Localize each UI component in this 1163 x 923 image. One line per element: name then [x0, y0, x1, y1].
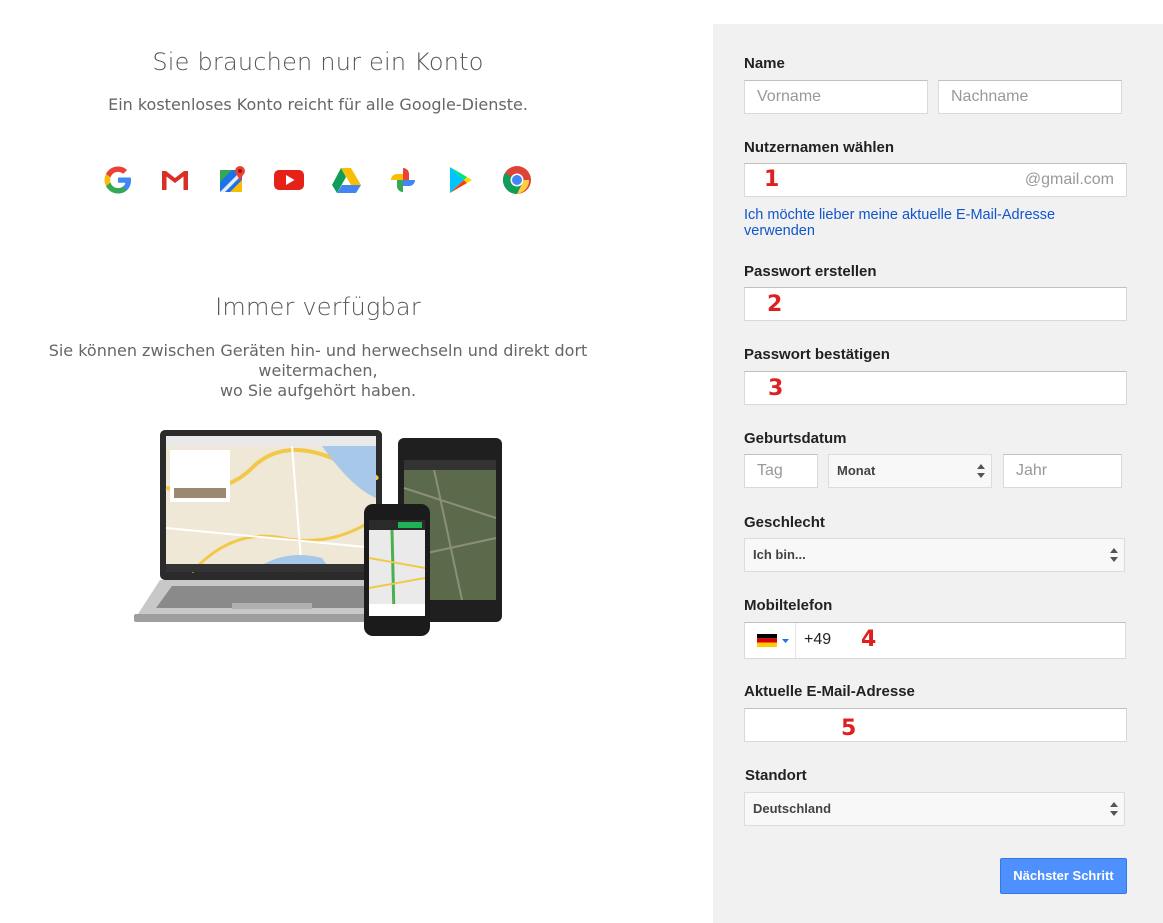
gender-label: Geschlecht — [744, 514, 825, 531]
germany-flag-icon — [757, 634, 777, 647]
birthday-label: Geburtsdatum — [744, 430, 847, 447]
country-code-dropdown[interactable] — [745, 623, 796, 658]
subheading-always-available: Sie können zwischen Geräten hin- und her… — [0, 341, 636, 401]
birth-year-input[interactable]: Jahr — [1003, 454, 1122, 488]
play-store-icon — [450, 167, 472, 193]
annotation-number-3: 3 — [768, 376, 784, 401]
birth-month-select[interactable]: Monat — [828, 454, 992, 488]
photos-icon — [391, 168, 415, 192]
phone-country-prefix: +49 — [804, 631, 832, 648]
current-email-label: Aktuelle E-Mail-Adresse — [744, 683, 915, 700]
annotation-number-5: 5 — [841, 716, 857, 741]
google-icon — [104, 166, 131, 194]
drive-icon — [332, 168, 361, 193]
gender-select[interactable]: Ich bin... — [744, 538, 1125, 572]
subheading-line-1: Sie können zwischen Geräten hin- und her… — [48, 341, 588, 380]
username-input[interactable]: @gmail.com — [744, 163, 1127, 197]
annotation-number-1: 1 — [764, 167, 780, 192]
chrome-icon — [503, 166, 531, 194]
marketing-column: Sie brauchen nur ein Konto Ein kostenlos… — [0, 0, 636, 923]
name-label: Name — [744, 55, 785, 72]
gmail-icon — [162, 171, 188, 190]
confirm-password-input[interactable] — [744, 371, 1127, 405]
use-existing-email-link[interactable]: Ich möchte lieber meine aktuelle E-Mail-… — [744, 207, 1104, 239]
username-label: Nutzernamen wählen — [744, 139, 895, 156]
subheading-one-account: Ein kostenloses Konto reicht für alle Go… — [108, 95, 528, 114]
google-services-icons — [100, 162, 540, 198]
password-label: Passwort erstellen — [744, 263, 877, 280]
maps-icon — [220, 166, 245, 192]
heading-always-available: Immer verfügbar — [215, 293, 421, 321]
annotation-number-4: 4 — [861, 627, 877, 652]
firstname-input[interactable]: Vorname — [744, 80, 928, 114]
annotation-number-2: 2 — [767, 292, 783, 317]
location-value: Deutschland — [753, 801, 832, 816]
mobile-input[interactable]: +49 — [744, 622, 1126, 659]
select-arrows-icon — [1110, 548, 1118, 562]
birth-month-value: Monat — [837, 463, 876, 478]
location-label: Standort — [745, 767, 807, 784]
confirm-password-label: Passwort bestätigen — [744, 346, 890, 363]
select-arrows-icon — [1110, 802, 1118, 816]
devices-illustration — [134, 430, 502, 636]
password-input[interactable] — [744, 287, 1127, 321]
heading-one-account: Sie brauchen nur ein Konto — [152, 48, 484, 76]
gmail-suffix: @gmail.com — [1024, 171, 1114, 188]
location-select[interactable]: Deutschland — [744, 792, 1125, 826]
subheading-line-2: wo Sie aufgehört haben. — [219, 381, 417, 400]
lastname-input[interactable]: Nachname — [938, 80, 1122, 114]
gender-value: Ich bin... — [753, 547, 806, 562]
dropdown-caret-icon — [782, 639, 789, 643]
current-email-input[interactable] — [744, 708, 1127, 742]
birth-day-input[interactable]: Tag — [744, 454, 818, 488]
next-step-button[interactable]: Nächster Schritt — [1000, 858, 1127, 894]
youtube-icon — [274, 170, 304, 190]
select-arrows-icon — [977, 464, 985, 478]
mobile-label: Mobiltelefon — [744, 597, 833, 614]
